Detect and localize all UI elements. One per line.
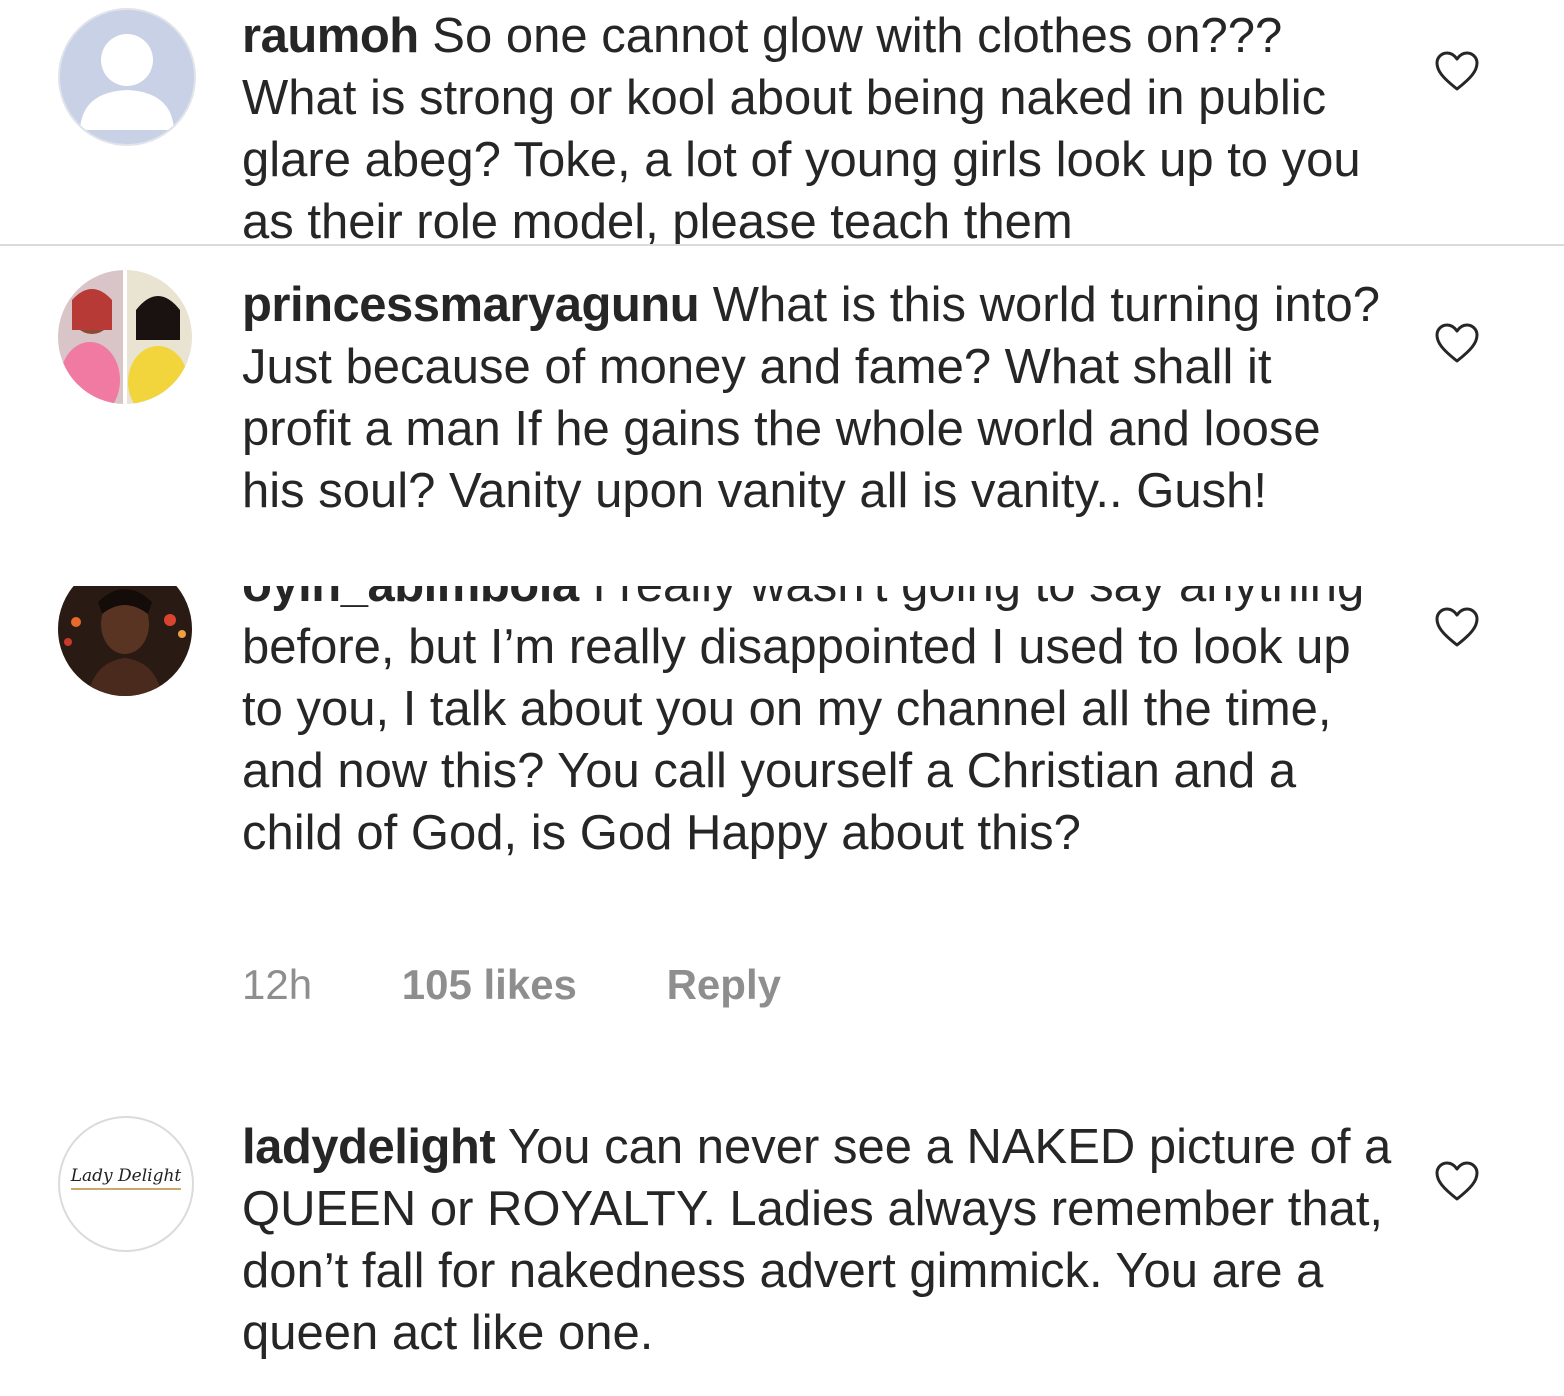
comment-text: ladydelight You can never see a NAKED pi… [242,1116,1392,1364]
like-heart-icon[interactable] [1434,606,1480,648]
comment-text: princessmaryagunu What is this world tur… [242,274,1392,522]
avatar-logo-text: Lady Delight [60,1166,192,1190]
comment-ladydelight: Lady Delight ladydelight You can never s… [0,1066,1564,1396]
avatar-raumoh[interactable] [58,8,196,146]
comment-likes[interactable]: 105 likes [402,960,577,1010]
comment-princessmaryagunu: princessmaryagunu What is this world tur… [0,246,1564,586]
comment-username[interactable]: raumoh [242,9,419,63]
profile-photo-portrait [58,586,192,696]
comment-body: I really wasn't going to say anything be… [242,586,1364,860]
like-heart-icon[interactable] [1434,322,1480,364]
default-profile-icon [80,34,174,130]
avatar-princessmaryagunu[interactable] [58,270,192,404]
comment-time: 12h [242,961,313,1008]
avatar-ladydelight[interactable]: Lady Delight [58,1116,194,1252]
comment-oyin-abimbola: oyin_abimbola I really wasn't going to s… [0,586,1564,1066]
comment-meta: 12h 105 likes Reply [242,960,781,1010]
comment-username[interactable]: princessmaryagunu [242,278,700,332]
avatar-oyin-abimbola[interactable] [58,586,192,696]
profile-photo-collage [58,270,192,404]
like-heart-icon[interactable] [1434,1160,1480,1202]
comment-text: oyin_abimbola I really wasn't going to s… [242,586,1392,864]
comment-username[interactable]: ladydelight [242,1120,496,1174]
like-heart-icon[interactable] [1434,50,1480,92]
logo-arrow-decoration [71,1188,181,1190]
comment-raumoh: raumoh So one cannot glow with clothes o… [0,0,1564,244]
comment-text: raumoh So one cannot glow with clothes o… [242,5,1392,244]
comment-username[interactable]: oyin_abimbola [242,586,579,612]
reply-button[interactable]: Reply [667,960,781,1010]
